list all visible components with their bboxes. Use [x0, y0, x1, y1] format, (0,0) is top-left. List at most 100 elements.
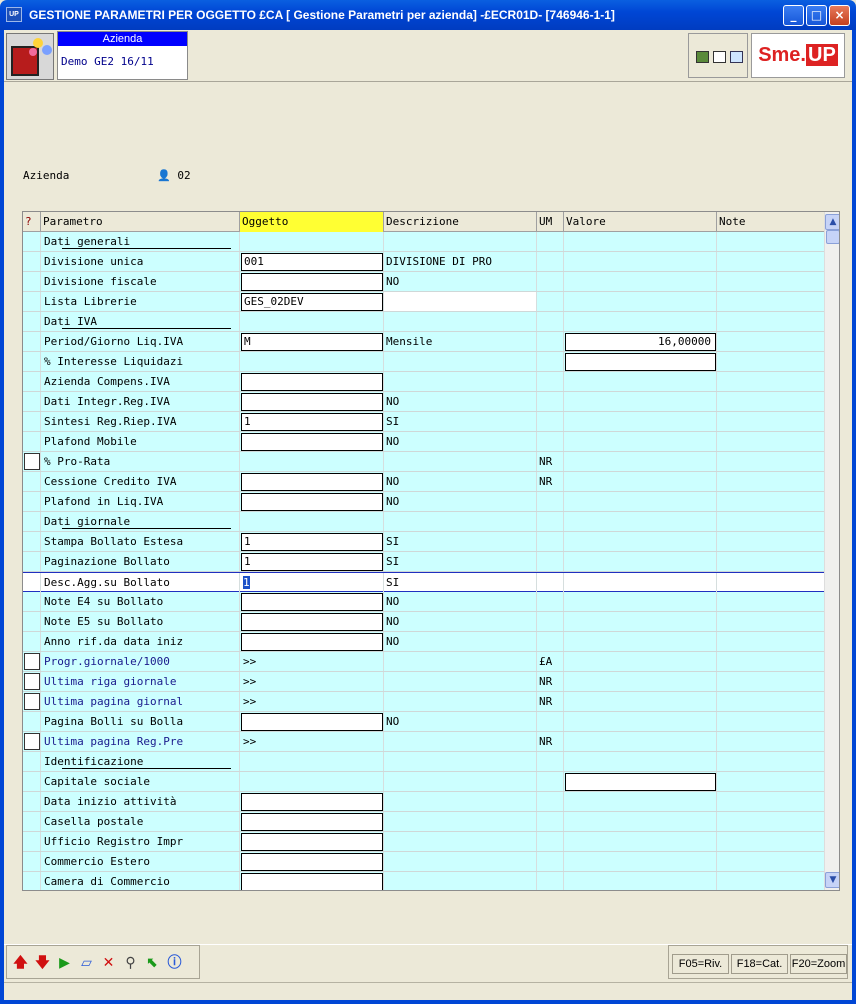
oggetto-input[interactable] [241, 273, 383, 291]
oggetto-cell[interactable] [240, 612, 384, 631]
col-parametro[interactable]: Parametro [41, 212, 240, 232]
play-icon[interactable]: ▶ [56, 955, 73, 972]
eraser-icon[interactable]: ▱ [78, 955, 95, 972]
oggetto-cell[interactable]: GES_02DEV [240, 292, 384, 311]
oggetto-input[interactable]: 1 [241, 553, 383, 571]
minimize-button[interactable]: _ [783, 5, 804, 26]
row-checkbox[interactable] [24, 693, 40, 710]
oggetto-input[interactable] [241, 833, 383, 851]
table-row[interactable]: Casella postale [23, 812, 824, 832]
document-icon[interactable] [713, 51, 726, 63]
oggetto-input[interactable] [241, 433, 383, 451]
table-row[interactable]: Paginazione Bollato 1 SI [23, 552, 824, 572]
oggetto-input[interactable] [241, 873, 383, 890]
oggetto-input[interactable] [241, 593, 383, 611]
table-row[interactable]: % Interesse Liquidazi [23, 352, 824, 372]
oggetto-cell[interactable]: 1 [240, 552, 384, 571]
f20-button[interactable]: F20=Zoom [790, 954, 847, 974]
oggetto-cell[interactable] [240, 792, 384, 811]
valore-cell[interactable] [564, 772, 717, 791]
close-button[interactable]: × [829, 5, 850, 26]
oggetto-cell[interactable]: >> [240, 692, 384, 711]
oggetto-cell[interactable] [240, 772, 384, 791]
table-row[interactable]: Azienda Compens.IVA [23, 372, 824, 392]
table-row[interactable]: Period/Giorno Liq.IVA M Mensile 16,00000 [23, 332, 824, 352]
book-icon[interactable] [730, 51, 743, 63]
table-row[interactable]: Pagina Bolli su Bolla NO [23, 712, 824, 732]
col-note[interactable]: Note [717, 212, 824, 232]
table-row[interactable]: Capitale sociale [23, 772, 824, 792]
valore-input[interactable] [565, 773, 716, 791]
table-row[interactable]: Anno rif.da data iniz NO [23, 632, 824, 652]
oggetto-input[interactable]: 1 [241, 413, 383, 431]
valore-cell[interactable]: 16,00000 [564, 332, 717, 351]
oggetto-cell[interactable] [240, 452, 384, 471]
col-descrizione[interactable]: Descrizione [384, 212, 537, 232]
table-row[interactable]: % Pro-Rata NR [23, 452, 824, 472]
valore-input[interactable] [565, 353, 716, 371]
section-row[interactable]: Dati generali [23, 232, 824, 252]
oggetto-input[interactable] [241, 373, 383, 391]
scroll-thumb[interactable] [826, 230, 839, 244]
delete-icon[interactable]: ✕ [100, 955, 117, 972]
table-row[interactable]: Data inizio attività [23, 792, 824, 812]
oggetto-cell[interactable] [240, 712, 384, 731]
table-row[interactable]: Commercio Estero [23, 852, 824, 872]
oggetto-cell[interactable] [240, 392, 384, 411]
scroll-down-icon[interactable]: ▼ [825, 872, 839, 888]
search-icon[interactable]: ⚲ [122, 955, 139, 972]
arrow-down-icon[interactable]: 🡇 [34, 955, 51, 972]
oggetto-input[interactable]: 1 [241, 533, 383, 551]
oggetto-cell[interactable]: 1 [240, 412, 384, 431]
oggetto-input-active[interactable]: 1 [243, 576, 250, 589]
table-row[interactable]: Lista Librerie GES_02DEV [23, 292, 824, 312]
row-checkbox[interactable] [24, 673, 40, 690]
oggetto-cell[interactable] [240, 472, 384, 491]
scroll-up-icon[interactable]: ▲ [825, 214, 839, 230]
oggetto-input[interactable]: GES_02DEV [241, 293, 383, 311]
oggetto-input[interactable] [241, 393, 383, 411]
oggetto-cell[interactable]: >> [240, 732, 384, 751]
row-checkbox[interactable] [24, 453, 40, 470]
oggetto-cell[interactable] [240, 492, 384, 511]
oggetto-cell[interactable] [240, 272, 384, 291]
table-row[interactable]: Divisione unica 001 DIVISIONE DI PRO [23, 252, 824, 272]
f18-button[interactable]: F18=Cat. [731, 954, 788, 974]
f05-button[interactable]: F05=Riv. [672, 954, 729, 974]
row-checkbox[interactable] [24, 653, 40, 670]
info-icon[interactable]: ⓘ [166, 955, 183, 972]
oggetto-input[interactable] [241, 613, 383, 631]
monitor-icon[interactable] [696, 51, 709, 63]
table-row[interactable]: Stampa Bollato Estesa 1 SI [23, 532, 824, 552]
arrow-up-icon[interactable]: 🡅 [12, 955, 29, 972]
oggetto-cell[interactable]: M [240, 332, 384, 351]
table-row[interactable]: Plafond in Liq.IVA NO [23, 492, 824, 512]
oggetto-cell[interactable] [240, 852, 384, 871]
vertical-scrollbar[interactable]: ▲ ▼ [824, 212, 839, 890]
table-row[interactable]: Camera di Commercio [23, 872, 824, 890]
oggetto-cell[interactable]: 1 [240, 573, 384, 592]
oggetto-cell[interactable] [240, 432, 384, 451]
table-row[interactable]: Ultima pagina Reg.Pre >> NR [23, 732, 824, 752]
table-row[interactable]: Dati Integr.Reg.IVA NO [23, 392, 824, 412]
section-row[interactable]: Identificazione [23, 752, 824, 772]
row-checkbox[interactable] [24, 733, 40, 750]
table-row[interactable]: Divisione fiscale NO [23, 272, 824, 292]
table-row[interactable]: Cessione Credito IVA NO NR [23, 472, 824, 492]
oggetto-input[interactable]: 001 [241, 253, 383, 271]
oggetto-input[interactable] [241, 793, 383, 811]
back-icon[interactable]: ⬉ [144, 955, 161, 972]
oggetto-input[interactable]: M [241, 333, 383, 351]
table-row[interactable]: Progr.giornale/1000 >> £A [23, 652, 824, 672]
oggetto-cell[interactable] [240, 872, 384, 890]
table-row[interactable]: Sintesi Reg.Riep.IVA 1 SI [23, 412, 824, 432]
oggetto-cell[interactable] [240, 372, 384, 391]
col-um[interactable]: UM [537, 212, 564, 232]
oggetto-cell[interactable] [240, 352, 384, 371]
oggetto-input[interactable] [241, 853, 383, 871]
oggetto-input[interactable] [241, 713, 383, 731]
table-row[interactable]: Ultima pagina giornal >> NR [23, 692, 824, 712]
oggetto-cell[interactable] [240, 632, 384, 651]
valore-input[interactable]: 16,00000 [565, 333, 716, 351]
section-row[interactable]: Dati giornale [23, 512, 824, 532]
